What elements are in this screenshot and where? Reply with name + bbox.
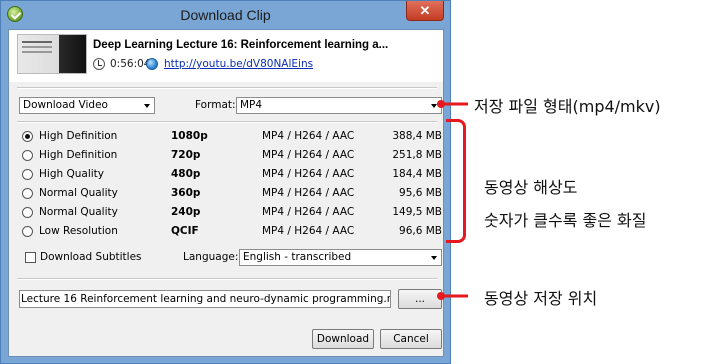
quality-option[interactable]: High Definition 720p MP4 / H264 / AAC 25…: [22, 148, 442, 164]
clock-icon: [93, 58, 105, 70]
quality-option[interactable]: Low Resolution QCIF MP4 / H264 / AAC 96,…: [22, 224, 442, 240]
quality-name: Normal Quality: [39, 187, 118, 199]
quality-format: MP4 / H264 / AAC: [262, 130, 355, 142]
download-clip-window: Download Clip ✕ Deep Learning Lecture 16…: [0, 0, 451, 364]
quality-format: MP4 / H264 / AAC: [262, 225, 355, 237]
divider: [17, 121, 437, 123]
language-value: English - transcribed: [243, 251, 352, 263]
quality-option[interactable]: Normal Quality 240p MP4 / H264 / AAC 149…: [22, 205, 442, 221]
quality-radio[interactable]: [22, 169, 33, 180]
quality-resolution: 480p: [171, 168, 201, 180]
quality-radio[interactable]: [22, 150, 33, 161]
video-url-link[interactable]: http://youtu.be/dV80NAlEins: [164, 58, 313, 70]
video-title: Deep Learning Lecture 16: Reinforcement …: [93, 39, 389, 51]
quality-resolution: 720p: [171, 149, 201, 161]
quality-name: High Definition: [39, 149, 118, 161]
quality-resolution: 1080p: [171, 130, 208, 142]
quality-resolution: QCIF: [171, 225, 199, 237]
quality-size: 184,4 MB: [392, 168, 442, 180]
quality-format: MP4 / H264 / AAC: [262, 206, 355, 218]
quality-size: 96,6 MB: [399, 225, 442, 237]
quality-radio[interactable]: [22, 226, 33, 237]
video-info-header: Deep Learning Lecture 16: Reinforcement …: [9, 30, 443, 82]
quality-resolution: 240p: [171, 206, 201, 218]
divider: [17, 278, 437, 280]
quality-size: 388,4 MB: [392, 130, 442, 142]
format-annotation: 저장 파일 형태(mp4/mkv): [474, 97, 661, 116]
window-title: Download Clip: [180, 7, 271, 23]
chevron-down-icon: [144, 104, 150, 108]
dialog-body: Deep Learning Lecture 16: Reinforcement …: [8, 29, 444, 357]
quality-annotation-line1: 동영상 해상도: [484, 178, 578, 197]
quality-name: Low Resolution: [39, 225, 118, 237]
quality-name: High Definition: [39, 130, 118, 142]
quality-radio[interactable]: [22, 131, 33, 142]
video-thumbnail: [17, 34, 87, 74]
quality-name: Normal Quality: [39, 206, 118, 218]
download-button[interactable]: Download: [312, 329, 374, 349]
quality-radio[interactable]: [22, 207, 33, 218]
quality-format: MP4 / H264 / AAC: [262, 187, 355, 199]
format-value: MP4: [240, 99, 263, 111]
quality-size: 149,5 MB: [392, 206, 442, 218]
cancel-button[interactable]: Cancel: [380, 329, 442, 349]
quality-annotation-bracket: [446, 119, 466, 243]
format-label: Format:: [195, 99, 236, 111]
download-type-value: Download Video: [23, 99, 108, 111]
quality-radio[interactable]: [22, 188, 33, 199]
video-duration: 0:56:04: [110, 58, 151, 70]
quality-annotation-line2: 숫자가 클수록 좋은 화질: [484, 211, 647, 230]
language-dropdown[interactable]: English - transcribed: [239, 249, 442, 266]
close-button[interactable]: ✕: [406, 1, 444, 21]
quality-format: MP4 / H264 / AAC: [262, 149, 355, 161]
language-label: Language:: [183, 251, 239, 263]
chevron-down-icon: [431, 256, 437, 260]
quality-option[interactable]: High Quality 480p MP4 / H264 / AAC 184,4…: [22, 167, 442, 183]
quality-name: High Quality: [39, 168, 104, 180]
path-annotation: 동영상 저장 위치: [484, 289, 598, 308]
browse-button[interactable]: ...: [398, 289, 442, 309]
quality-size: 251,8 MB: [392, 149, 442, 161]
quality-option[interactable]: High Definition 1080p MP4 / H264 / AAC 3…: [22, 129, 442, 145]
save-path-input[interactable]: Lecture 16 Reinforcement learning and ne…: [19, 290, 391, 308]
divider: [17, 87, 437, 89]
download-subtitles-checkbox[interactable]: [25, 252, 36, 263]
title-bar[interactable]: Download Clip ✕: [1, 1, 450, 29]
globe-icon: [146, 58, 158, 70]
quality-format: MP4 / H264 / AAC: [262, 168, 355, 180]
quality-option[interactable]: Normal Quality 360p MP4 / H264 / AAC 95,…: [22, 186, 442, 202]
download-type-dropdown[interactable]: Download Video: [19, 97, 155, 114]
chevron-down-icon: [431, 104, 437, 108]
quality-size: 95,6 MB: [399, 187, 442, 199]
format-dropdown[interactable]: MP4: [236, 97, 442, 114]
quality-resolution: 360p: [171, 187, 201, 199]
download-subtitles-label: Download Subtitles: [40, 251, 142, 263]
